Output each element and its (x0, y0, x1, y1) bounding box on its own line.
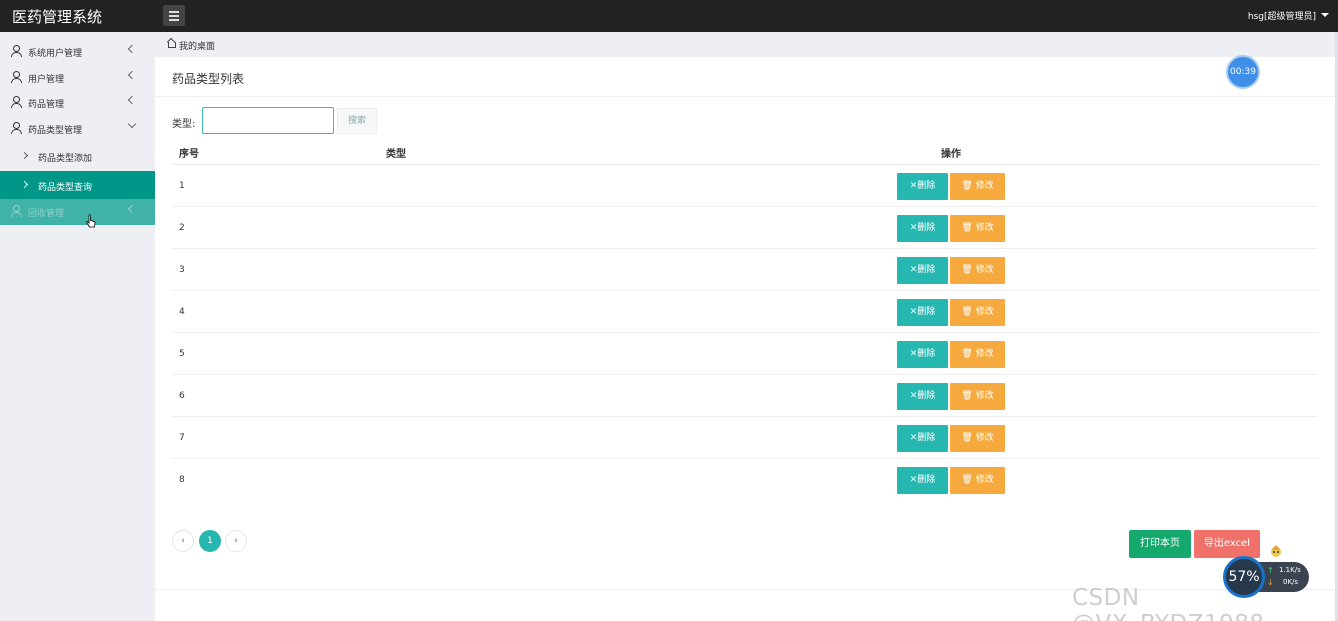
delete-button[interactable]: ✕删除 (897, 341, 948, 368)
sidebar-item-users[interactable]: 用户管理 (0, 65, 155, 91)
export-excel-button[interactable]: 导出excel (1194, 530, 1260, 558)
chevron-left-icon (127, 70, 137, 80)
user-icon (11, 122, 22, 134)
column-header-no: 序号 (179, 149, 199, 160)
chevron-down-icon (127, 119, 137, 129)
chevron-right-icon (20, 151, 29, 160)
sidebar-item-label: 药品管理 (28, 100, 65, 110)
breadcrumb: 我的桌面 (155, 32, 1338, 57)
watermark: CSDN @VX_BYDZ1988 (1072, 585, 1264, 621)
breadcrumb-home-link[interactable]: 我的桌面 (179, 39, 215, 52)
top-bar: 医药管理系统 hsg[超级管理员] (0, 0, 1338, 32)
edit-button[interactable]: 🗑 修改 (950, 383, 1005, 410)
chevron-left-icon (127, 204, 137, 214)
search-button[interactable]: 搜索 (337, 108, 377, 134)
row-number: 6 (179, 391, 185, 401)
menu-toggle-button[interactable] (163, 5, 185, 26)
divider (155, 96, 1335, 97)
row-number: 5 (179, 349, 185, 359)
sidebar-subitem-drug-type-query[interactable]: 药品类型查询 (0, 171, 155, 199)
sidebar-subitem-drug-type-add[interactable]: 药品类型添加 (0, 142, 155, 170)
sidebar-item-drugs[interactable]: 药品管理 (0, 90, 155, 116)
sidebar-subitem-label: 药品类型添加 (38, 154, 93, 164)
sidebar-subitem-label: 药品类型查询 (38, 183, 93, 193)
caret-down-icon[interactable] (1321, 13, 1329, 17)
edit-button[interactable]: 🗑 修改 (950, 173, 1005, 200)
print-page-button[interactable]: 打印本页 (1129, 530, 1191, 558)
user-icon (11, 96, 22, 108)
table-row: 6 ✕删除 🗑 修改 (172, 375, 1318, 417)
delete-button[interactable]: ✕删除 (897, 299, 948, 326)
edit-button[interactable]: 🗑 修改 (950, 341, 1005, 368)
row-number: 8 (179, 475, 185, 485)
next-page-button[interactable]: › (225, 530, 247, 552)
chevron-right-icon (20, 180, 29, 189)
table-row: 5 ✕删除 🗑 修改 (172, 333, 1318, 375)
user-icon (11, 45, 22, 57)
page-1-button[interactable]: 1 (199, 530, 221, 552)
sidebar-item-label: 药品类型管理 (28, 126, 83, 136)
timer-badge: 00:39 (1226, 55, 1260, 89)
edit-button[interactable]: 🗑 修改 (950, 425, 1005, 452)
mascot-icon (1271, 545, 1281, 557)
user-icon (11, 71, 22, 83)
delete-button[interactable]: ✕删除 (897, 467, 948, 494)
table-row: 3 ✕删除 🗑 修改 (172, 249, 1318, 291)
type-search-input[interactable] (202, 107, 334, 134)
sidebar-item-label: 系统用户管理 (28, 49, 83, 59)
row-number: 7 (179, 433, 185, 443)
sidebar-item-drug-types[interactable]: 药品类型管理 (0, 116, 155, 142)
app-title: 医药管理系统 (12, 8, 103, 26)
user-icon (11, 205, 22, 217)
table-row: 4 ✕删除 🗑 修改 (172, 291, 1318, 333)
page-title: 药品类型列表 (172, 72, 245, 86)
sidebar-item-system-users[interactable]: 系统用户管理 (0, 39, 155, 65)
upload-speed: 1.1K/s (1279, 566, 1301, 574)
chevron-left-icon (127, 95, 137, 105)
user-menu[interactable]: hsg[超级管理员] (1248, 9, 1316, 22)
edit-button[interactable]: 🗑 修改 (950, 215, 1005, 242)
delete-button[interactable]: ✕删除 (897, 215, 948, 242)
column-header-actions: 操作 (941, 149, 961, 160)
search-label: 类型: (172, 119, 196, 130)
column-header-type: 类型 (386, 149, 406, 160)
table-row: 2 ✕删除 🗑 修改 (172, 207, 1318, 249)
sidebar-item-recycle[interactable]: 回收管理 (0, 199, 155, 225)
arrow-up-icon: ↑ (1267, 566, 1274, 575)
edit-button[interactable]: 🗑 修改 (950, 257, 1005, 284)
main-panel: 药品类型列表 00:39 类型: 搜索 序号 类型 操作 1 ✕删除 🗑 修改 … (155, 55, 1335, 621)
delete-button[interactable]: ✕删除 (897, 383, 948, 410)
edit-button[interactable]: 🗑 修改 (950, 299, 1005, 326)
delete-button[interactable]: ✕删除 (897, 173, 948, 200)
table-row: 1 ✕删除 🗑 修改 (172, 165, 1318, 207)
table-row: 8 ✕删除 🗑 修改 (172, 459, 1318, 501)
delete-button[interactable]: ✕删除 (897, 257, 948, 284)
row-number: 3 (179, 265, 185, 275)
prev-page-button[interactable]: ‹ (172, 530, 194, 552)
chevron-left-icon (127, 44, 137, 54)
delete-button[interactable]: ✕删除 (897, 425, 948, 452)
sidebar-item-label: 用户管理 (28, 75, 65, 85)
sidebar-item-label: 回收管理 (28, 209, 65, 219)
sidebar: 系统用户管理 用户管理 药品管理 药品类型管理 药品类型添加 药品类型查询 回收… (0, 32, 155, 621)
hand-cursor-icon (86, 214, 96, 228)
row-number: 1 (179, 181, 185, 191)
home-icon (167, 39, 176, 48)
row-number: 4 (179, 307, 185, 317)
table-row: 7 ✕删除 🗑 修改 (172, 417, 1318, 459)
edit-button[interactable]: 🗑 修改 (950, 467, 1005, 494)
row-number: 2 (179, 223, 185, 233)
